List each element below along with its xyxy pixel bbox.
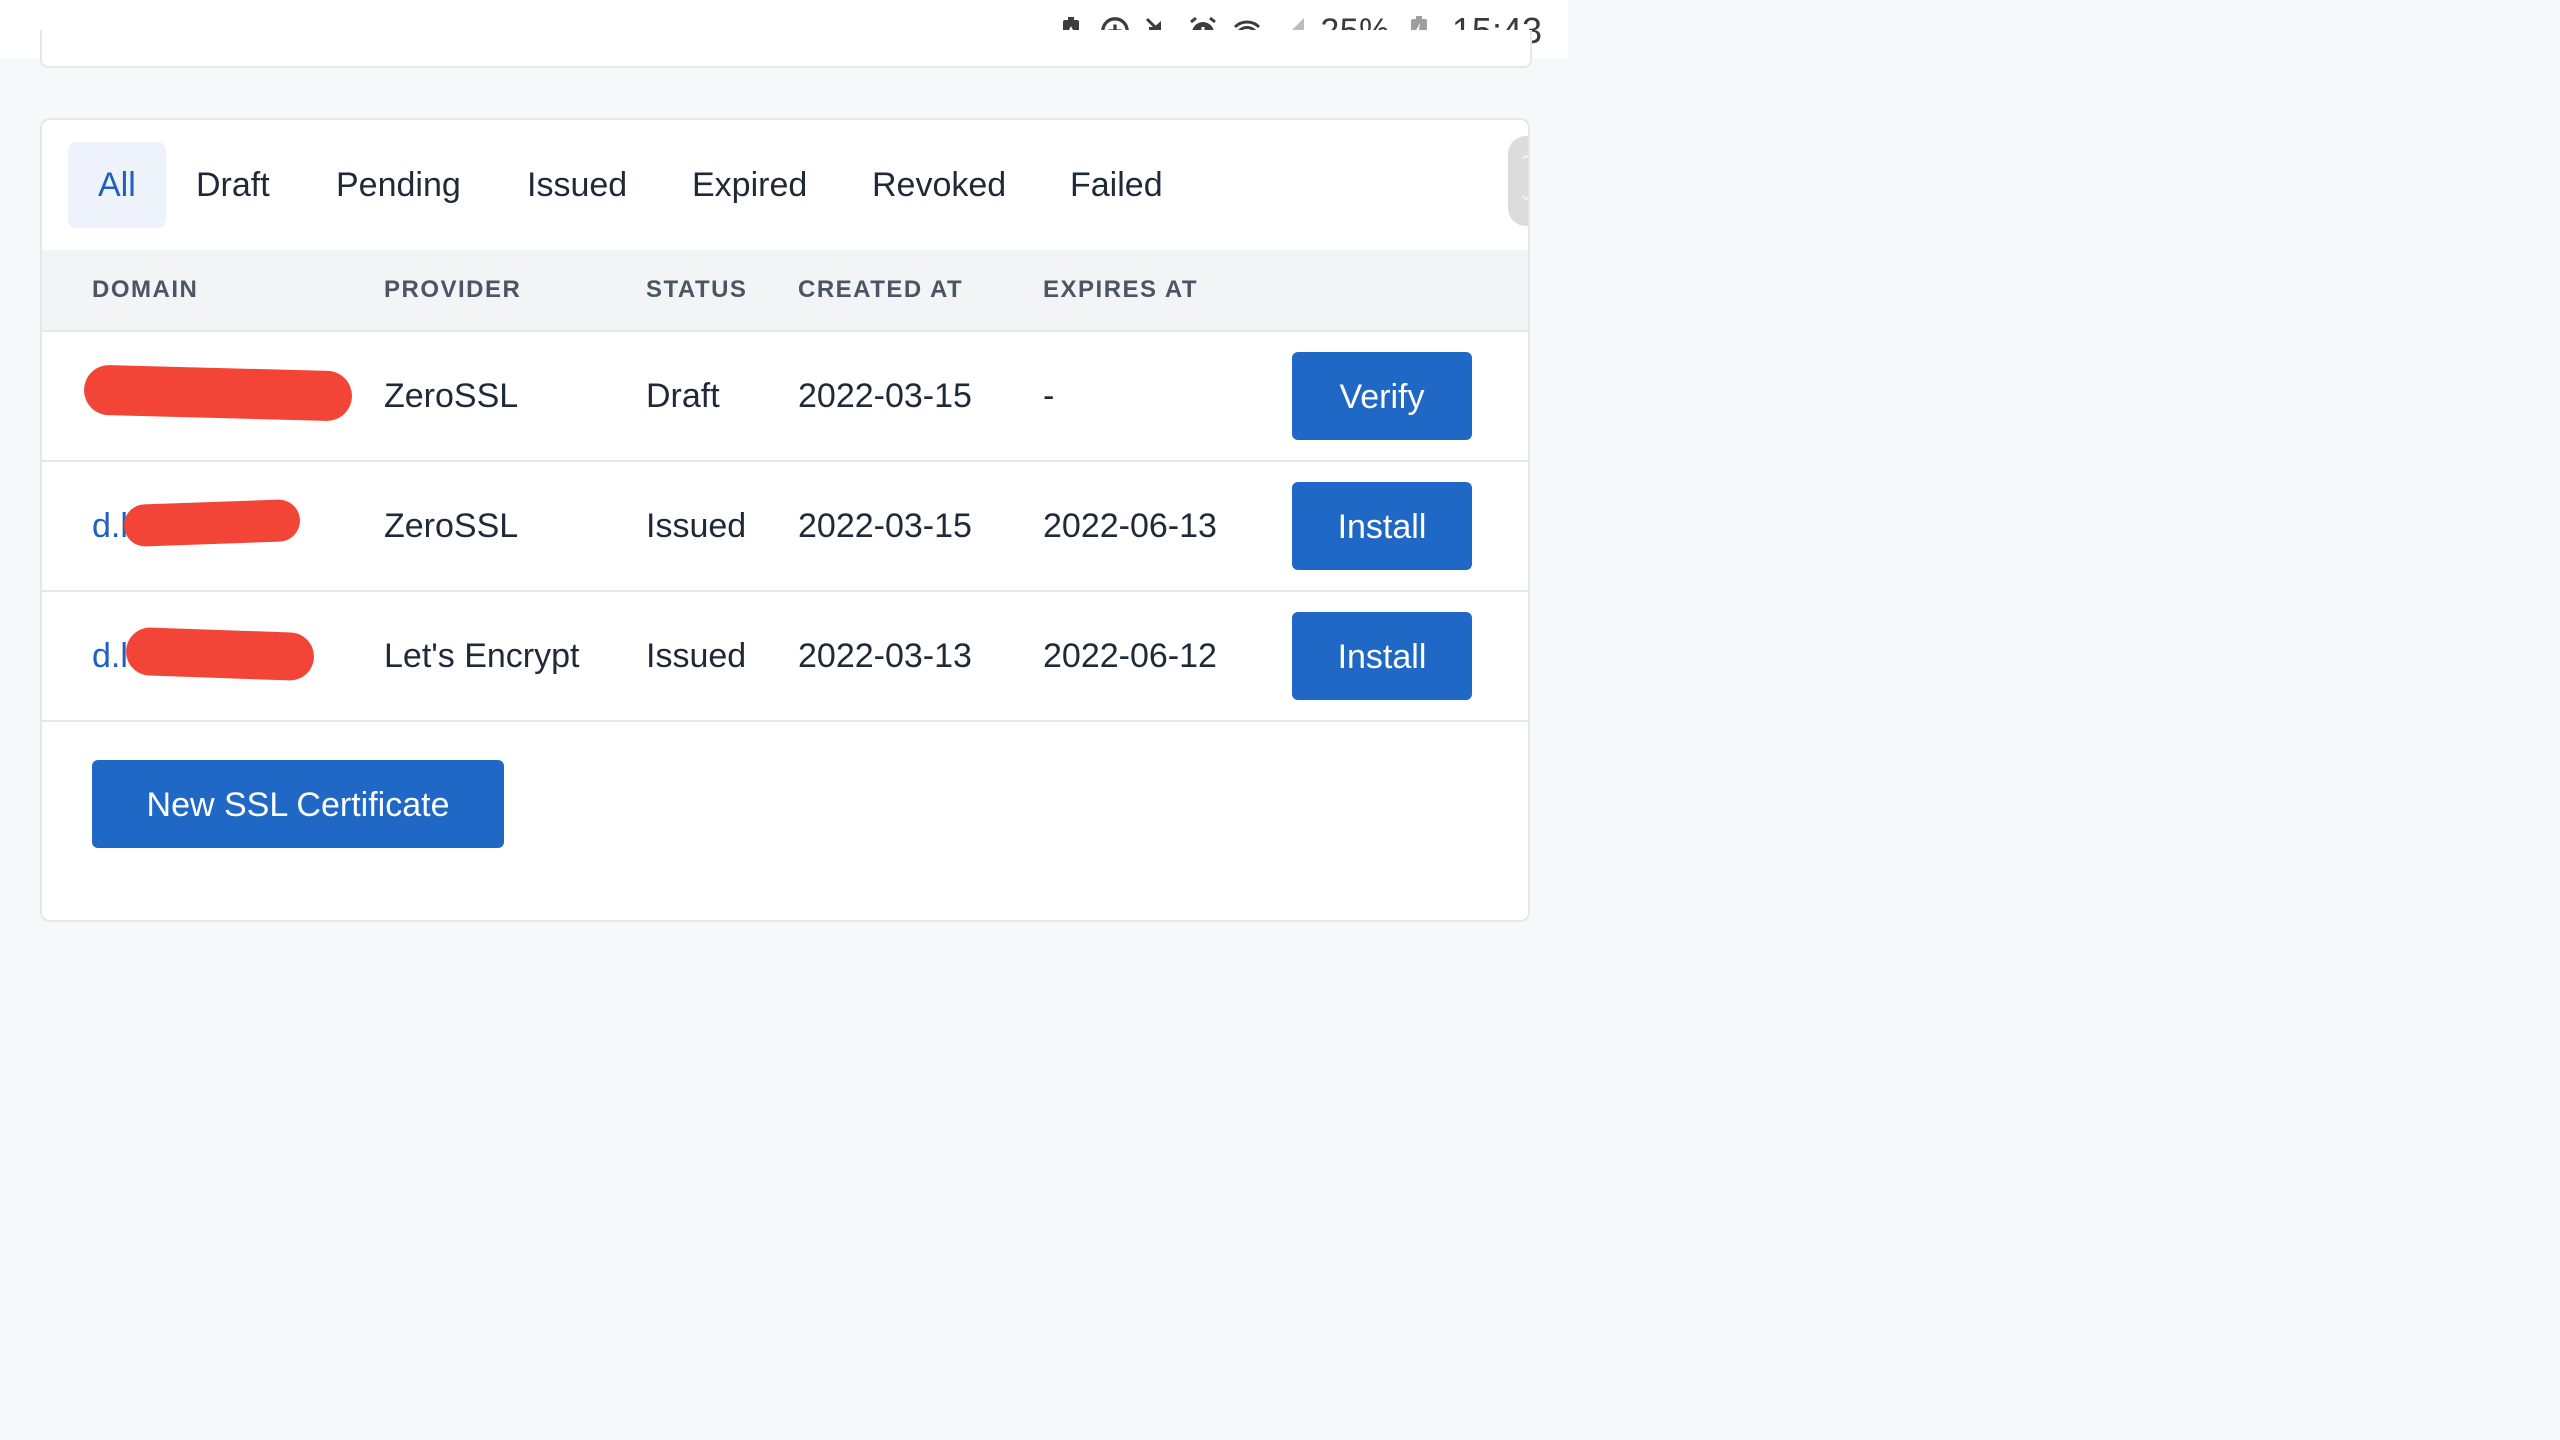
table-row: d.l Let's Encrypt Issued 2022-03-13 2022… — [42, 592, 1528, 722]
header-expires-at: EXPIRES AT — [1043, 276, 1199, 303]
created-at-cell: 2022-03-15 — [798, 507, 972, 545]
tab-revoked[interactable]: Revoked — [842, 142, 1036, 228]
tab-issued[interactable]: Issued — [497, 142, 657, 228]
table-row: ZeroSSL Draft 2022-03-15 - Verify — [42, 332, 1528, 462]
chevron-up-icon: ⌃ — [1508, 152, 1528, 173]
new-ssl-certificate-button[interactable]: New SSL Certificate — [92, 760, 504, 848]
created-at-cell: 2022-03-15 — [798, 377, 972, 415]
install-button[interactable]: Install — [1292, 482, 1472, 570]
verify-button[interactable]: Verify — [1292, 352, 1472, 440]
provider-cell: ZeroSSL — [384, 377, 519, 415]
tab-pending[interactable]: Pending — [306, 142, 491, 228]
expires-at-cell: 2022-06-12 — [1043, 637, 1217, 675]
certificates-card: All Draft Pending Issued Expired Revoked… — [40, 118, 1530, 922]
header-provider: PROVIDER — [384, 276, 522, 303]
tab-failed[interactable]: Failed — [1040, 142, 1193, 228]
status-cell: Issued — [646, 507, 747, 545]
redaction-mark — [125, 626, 315, 682]
domain-link[interactable]: d.l — [92, 462, 128, 590]
domain-link[interactable]: d.l — [92, 592, 128, 720]
table-header: DOMAIN PROVIDER STATUS CREATED AT EXPIRE… — [42, 250, 1528, 332]
previous-card — [40, 30, 1532, 68]
provider-cell: Let's Encrypt — [384, 637, 580, 675]
tab-all[interactable]: All — [68, 142, 166, 228]
table-row: d.l ZeroSSL Issued 2022-03-15 2022-06-13… — [42, 462, 1528, 592]
status-tabs: All Draft Pending Issued Expired Revoked… — [42, 120, 1528, 252]
scroll-indicator[interactable]: ⌃ ⌄ — [1508, 136, 1528, 226]
expires-at-cell: - — [1043, 377, 1055, 415]
status-cell: Draft — [646, 377, 720, 415]
provider-cell: ZeroSSL — [384, 507, 519, 545]
tab-expired[interactable]: Expired — [662, 142, 837, 228]
header-created-at: CREATED AT — [798, 276, 964, 303]
expires-at-cell: 2022-06-13 — [1043, 507, 1217, 545]
install-button[interactable]: Install — [1292, 612, 1472, 700]
redaction-mark — [83, 364, 353, 422]
header-status: STATUS — [646, 276, 748, 303]
tab-draft[interactable]: Draft — [166, 142, 300, 228]
chevron-down-icon: ⌄ — [1508, 184, 1528, 205]
redaction-mark — [123, 498, 301, 548]
header-domain: DOMAIN — [92, 276, 199, 303]
status-cell: Issued — [646, 637, 747, 675]
created-at-cell: 2022-03-13 — [798, 637, 972, 675]
